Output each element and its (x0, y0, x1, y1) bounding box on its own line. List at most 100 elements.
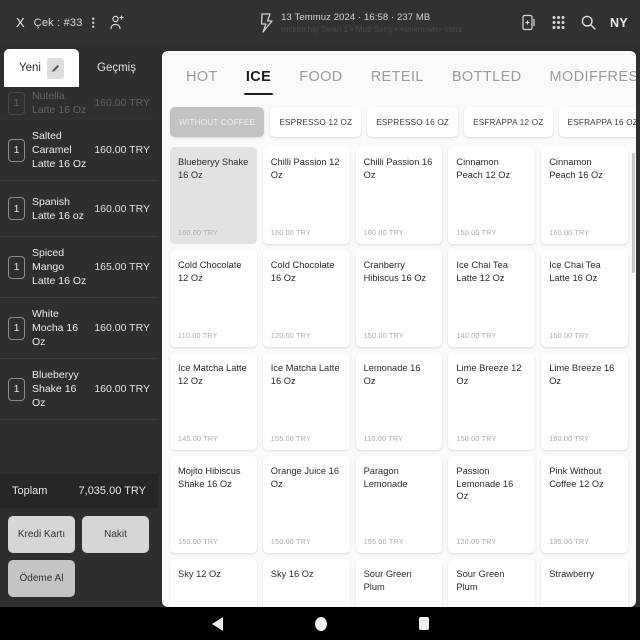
sidebar-tab-label: Geçmiş (97, 62, 136, 74)
product-card[interactable]: Sour Green Plum (448, 559, 536, 607)
chip-without-coffee[interactable]: WITHOUT COFFEE (170, 107, 265, 137)
sidebar-tab-geçmiş[interactable]: Geçmiş (79, 49, 154, 87)
product-card[interactable]: Lime Breeze 12 Oz 150.00 TRY (448, 353, 536, 450)
pencil-icon[interactable] (46, 57, 64, 79)
pay-button-label: Ödeme Al (19, 573, 64, 584)
order-sidebar: Yeni Geçmiş 1 Nutella Latte 16 Oz 160.00 TR… (0, 45, 158, 607)
person-add-icon[interactable] (108, 14, 126, 32)
tab-food[interactable]: FOOD (285, 51, 357, 103)
product-card[interactable]: Chilli Passion 12 Oz 160.00 TRY (262, 147, 350, 244)
order-quantity[interactable]: 1 (8, 377, 25, 401)
product-card[interactable]: Ice Chai Tea Latte 12 Oz 140.00 TRY (448, 250, 536, 347)
top-bar-left-group: X Çek : #33 • • • (0, 14, 160, 32)
product-card[interactable]: Cold Chocolate 12 Oz 110.00 TRY (170, 250, 257, 347)
top-bar-right-group: NY (520, 14, 640, 31)
product-price: 145.00 TRY (178, 434, 219, 443)
chip-espresso-16-oz[interactable]: ESPRESSO 16 OZ (367, 107, 459, 137)
order-list[interactable]: 1 Nutella Latte 16 Oz 160.00 TRY 1 Salted Ca… (0, 87, 158, 474)
product-card[interactable]: Passion Lemonade 16 Oz 120.00 TRY (448, 456, 536, 553)
product-card[interactable]: Strawberry (541, 559, 628, 607)
product-name: Cold Chocolate 16 Oz (270, 260, 335, 283)
order-row[interactable]: 1 Spanish Latte 16 oz 160.00 TRY (0, 181, 158, 237)
pay-button-1[interactable]: Nakit (82, 516, 149, 553)
tab-hot[interactable]: HOT (176, 51, 232, 103)
payment-buttons: Kredi Kartı Nakit Ödeme Al (0, 508, 158, 607)
product-card[interactable]: Ice Matcha Latte 16 Oz 155.00 TRY (262, 353, 350, 450)
product-price: 150.00 TRY (456, 434, 497, 443)
product-card[interactable]: Mojito Hibiscus Shake 16 Oz 150.00 TRY (170, 456, 257, 553)
product-price: 110.00 TRY (178, 331, 218, 340)
total-bar: Toplam 7,035.00 TRY (0, 474, 158, 508)
pay-button-label: Kredi Kartı (17, 529, 66, 540)
order-row[interactable]: 1 Nutella Latte 16 Oz 160.00 TRY (0, 87, 158, 120)
product-card[interactable]: Blueberyy Shake 16 Oz 160.00 TRY (170, 147, 257, 244)
close-icon[interactable]: X (16, 16, 25, 29)
vertical-dots-icon[interactable]: • • • (92, 14, 95, 31)
product-card[interactable]: Pink Without Coffee 12 Oz 135.00 TRY (541, 456, 628, 553)
product-name: Pink Without Coffee 12 Oz (549, 466, 604, 489)
product-card[interactable]: Sky 12 Oz (170, 559, 257, 607)
order-row[interactable]: 1 Salted Caramel Latte 16 Oz 160.00 TRY (0, 120, 158, 181)
total-label: Toplam (12, 485, 48, 497)
session-subinfo: rocketchip Swan 1 • Mutl Satış • <unknow… (281, 24, 462, 34)
vertical-scrollbar[interactable] (632, 153, 635, 273)
recents-square-icon[interactable] (418, 617, 429, 630)
tab-ice[interactable]: ICE (232, 51, 285, 103)
product-grid-wrapper[interactable]: Blueberyy Shake 16 Oz 160.00 TRY Chilli Pa… (162, 147, 636, 607)
keypad-icon[interactable] (550, 14, 567, 31)
product-card[interactable]: Sky 16 Oz (262, 559, 350, 607)
product-card[interactable]: Cold Chocolate 16 Oz 120.00 TRY (262, 250, 350, 347)
product-price: 155.00 TRY (270, 434, 311, 443)
order-quantity[interactable]: 1 (8, 91, 25, 115)
pay-button-2[interactable]: Ödeme Al (8, 560, 75, 597)
order-quantity[interactable]: 1 (8, 197, 25, 220)
pay-button-0[interactable]: Kredi Kartı (8, 516, 75, 553)
home-circle-icon[interactable] (314, 616, 327, 631)
product-card[interactable]: Sour Green Plum (355, 559, 443, 607)
order-item-name: Nutella Latte 16 Oz (32, 90, 87, 116)
android-nav-bar (0, 607, 640, 640)
chip-esfrappa-12-oz[interactable]: ESFRAPPA 12 OZ (464, 107, 553, 137)
card-add-icon[interactable] (520, 14, 537, 31)
product-card[interactable]: Cinnamon Peach 12 Oz 150.00 TRY (448, 147, 536, 244)
product-card[interactable]: Ice Chai Tea Latte 16 Oz 150.00 TRY (541, 250, 628, 347)
product-price: 160.00 TRY (549, 434, 590, 443)
order-row[interactable]: 1 Spiced Mango Latte 16 Oz 165.00 TRY (0, 237, 158, 298)
order-quantity[interactable]: 1 (8, 255, 25, 279)
product-card[interactable]: Cranberry Hibiscus 16 Oz 150.00 TRY (355, 250, 443, 347)
product-name: Lime Breeze 12 Oz (456, 363, 522, 386)
product-price: 150.00 TRY (549, 331, 590, 340)
order-quantity[interactable]: 1 (8, 316, 25, 340)
product-card[interactable]: Lime Breeze 16 Oz 160.00 TRY (541, 353, 628, 450)
product-grid: Blueberyy Shake 16 Oz 160.00 TRY Chilli Pa… (170, 147, 628, 607)
product-name: Passion Lemonade 16 Oz (456, 466, 514, 501)
product-card[interactable]: Lemonade 16 Oz 110.00 TRY (355, 353, 443, 450)
search-icon[interactable] (580, 14, 597, 31)
product-name: Cold Chocolate 12 Oz (178, 260, 242, 283)
sidebar-tab-yeni[interactable]: Yeni (4, 49, 79, 87)
product-price: 160.00 TRY (270, 228, 311, 237)
product-card[interactable]: Chilli Passion 16 Oz 180.00 TRY (355, 147, 443, 244)
check-number-label[interactable]: Çek : #33 (34, 17, 83, 29)
product-price: 180.00 TRY (363, 228, 404, 237)
chip-esfrappa-16-oz[interactable]: ESFRAPPA 16 OZ (558, 107, 636, 137)
product-name: Lime Breeze 16 Oz (549, 363, 615, 386)
tab-bottled[interactable]: BOTTLED (438, 51, 536, 103)
order-row[interactable]: 1 Blueberyy Shake 16 Oz 160.00 TRY (0, 359, 158, 420)
tab-reteil[interactable]: RETEIL (357, 51, 438, 103)
product-price: 135.00 TRY (549, 537, 590, 546)
product-card[interactable]: Paragon Lemonade 155.00 TRY (355, 456, 443, 553)
product-price: 150.00 TRY (178, 537, 219, 546)
session-datetime: 13 Temmuz 2024 · 16:58 · 237 MB (281, 11, 431, 23)
product-name: Ice Matcha Latte 16 Oz (270, 363, 340, 386)
tab-modiffres[interactable]: MODIFFRES (536, 51, 636, 103)
chip-espresso-12-oz[interactable]: ESPRESSO 12 OZ (270, 107, 362, 137)
order-quantity[interactable]: 1 (8, 138, 25, 162)
product-price: 120.00 TRY (456, 537, 497, 546)
product-card[interactable]: Orange Juice 16 Oz 150.00 TRY (262, 456, 350, 553)
order-row[interactable]: 1 White Mocha 16 Oz 160.00 TRY (0, 298, 158, 359)
back-triangle-icon[interactable] (211, 616, 223, 631)
product-card[interactable]: Ice Matcha Latte 12 Oz 145.00 TRY (170, 353, 257, 450)
product-card[interactable]: Cinnamon Peach 16 Oz 160.00 TRY (541, 147, 628, 244)
user-initials[interactable]: NY (610, 16, 628, 30)
